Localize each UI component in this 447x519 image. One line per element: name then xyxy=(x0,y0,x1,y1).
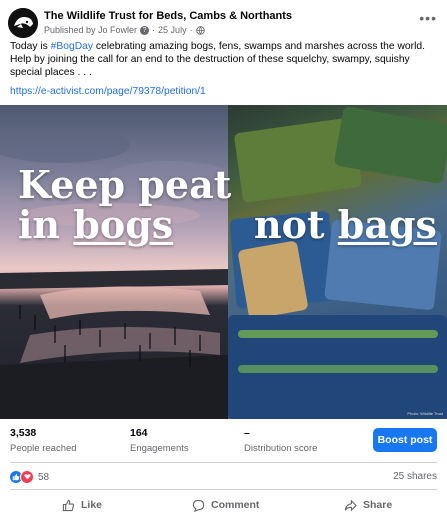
share-button[interactable]: Share xyxy=(344,492,392,518)
reaction-count: 58 xyxy=(38,471,50,483)
post-meta: Published by Jo Fowler ? · 25 July · xyxy=(44,25,205,35)
compost-bags-photo xyxy=(228,105,447,419)
slogan-line-1: Keep peat xyxy=(18,162,232,207)
people-reached-label: People reached xyxy=(10,443,77,454)
engagements-label: Engagements xyxy=(130,443,189,454)
reactions-summary[interactable]: 58 xyxy=(10,469,49,485)
slogan-left: Keep peat in bogs xyxy=(18,165,231,245)
slogan-line-2: in bogs xyxy=(18,205,231,245)
like-label: Like xyxy=(81,499,103,511)
post-image[interactable]: Keep peat in bogs not bags Photo: Wildli… xyxy=(0,105,447,419)
page-name[interactable]: The Wildlife Trust for Beds, Cambs & Nor… xyxy=(44,10,292,22)
bog-photo xyxy=(0,105,228,419)
engagements-stat[interactable]: 164 Engagements xyxy=(130,427,189,454)
like-button[interactable]: Like xyxy=(62,492,102,518)
post-date[interactable]: 25 July xyxy=(158,25,187,35)
comment-icon xyxy=(192,499,205,512)
post-actions: Like Comment Share xyxy=(0,492,447,518)
people-reached-stat[interactable]: 3,538 People reached xyxy=(10,427,77,454)
divider xyxy=(10,462,437,463)
compost-bag xyxy=(238,365,438,373)
shares-count[interactable]: 25 shares xyxy=(393,471,437,482)
comment-button[interactable]: Comment xyxy=(192,492,259,518)
published-by[interactable]: Published by Jo Fowler xyxy=(44,25,137,35)
globe-icon xyxy=(195,25,205,35)
post-insights: 3,538 People reached 164 Engagements – D… xyxy=(0,419,447,464)
love-reaction-icon xyxy=(20,470,34,484)
share-arrow-icon xyxy=(344,499,357,511)
post-text: Today is #BogDay celebrating amazing bog… xyxy=(10,40,435,79)
question-icon[interactable]: ? xyxy=(140,25,150,35)
hashtag-link[interactable]: #BogDay xyxy=(51,41,93,52)
people-reached-value: 3,538 xyxy=(10,427,37,439)
slogan-bogs: bogs xyxy=(73,202,174,247)
photo-credit: Photo: Wildlife Trust xyxy=(407,411,443,416)
compost-bag xyxy=(238,330,438,338)
share-label: Share xyxy=(363,499,393,511)
slogan-in: in xyxy=(18,202,74,247)
distribution-label: Distribution score xyxy=(244,443,318,454)
boost-post-button[interactable]: Boost post xyxy=(373,428,437,452)
slogan-right: not bags xyxy=(254,205,437,245)
slogan-bags: bags xyxy=(337,202,437,247)
post-text-before: Today is xyxy=(10,41,51,52)
post-header: The Wildlife Trust for Beds, Cambs & Nor… xyxy=(8,8,439,42)
bog-landscape xyxy=(0,127,228,419)
distribution-stat[interactable]: – Distribution score xyxy=(244,427,317,454)
thumbs-up-icon xyxy=(62,499,75,511)
comment-label: Comment xyxy=(211,499,260,511)
page-avatar[interactable] xyxy=(8,8,38,38)
meta-dot: · xyxy=(152,25,156,35)
badger-logo-icon xyxy=(8,8,38,38)
petition-link[interactable]: https://e-activist.com/page/79378/petiti… xyxy=(10,86,206,97)
engagements-value: 164 xyxy=(130,427,148,439)
distribution-value: – xyxy=(244,427,250,439)
divider xyxy=(10,489,437,490)
more-options-icon[interactable]: ••• xyxy=(419,10,437,26)
compost-bag xyxy=(237,240,309,320)
slogan-not: not xyxy=(254,202,338,247)
meta-dot: · xyxy=(189,25,193,35)
